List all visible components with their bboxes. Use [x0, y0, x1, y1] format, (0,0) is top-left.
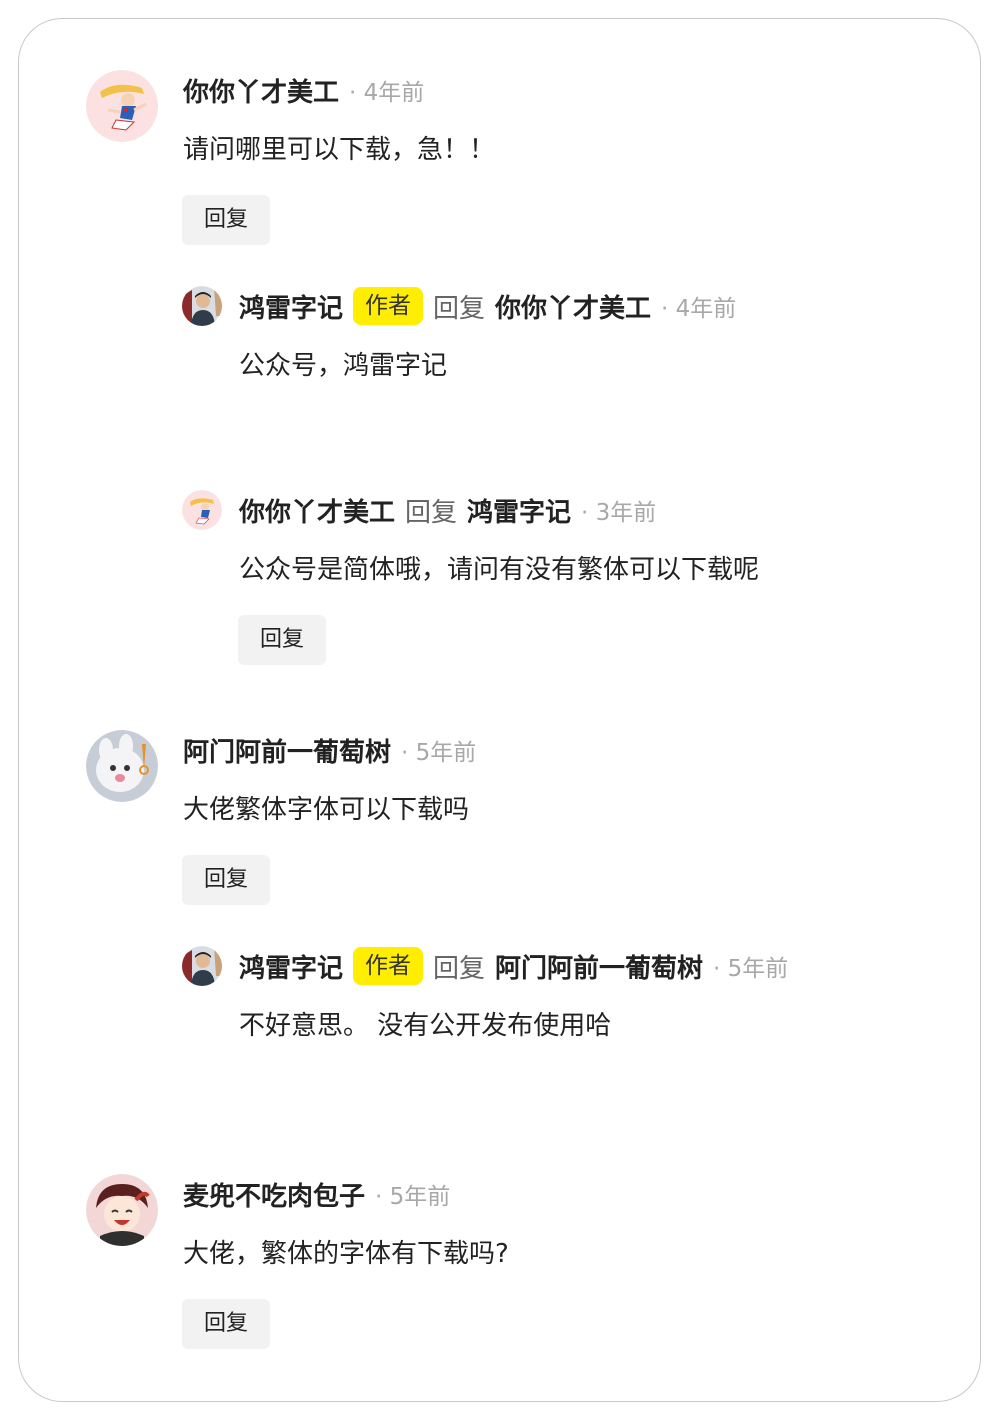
comment-author[interactable]: 你你丫才美工 [183, 72, 339, 109]
avatar-image-man [182, 286, 222, 326]
reply-text: 公众号，鸿雷字记 [239, 351, 448, 381]
reply-button[interactable]: 回复 [182, 1299, 270, 1349]
reply-to-user[interactable]: 鸿雷字记 [467, 492, 571, 529]
reply-label: 回复 [433, 953, 486, 984]
author-badge: 作者 [353, 947, 424, 985]
avatar-image-man [182, 946, 222, 986]
comment-time: · 5年前 [401, 740, 477, 766]
reply-author[interactable]: 鸿雷字记 [239, 948, 343, 985]
avatar-image-anime-girl [182, 490, 222, 530]
comment-header: 你你丫才美工 · 4年前 [183, 70, 424, 110]
comment-text: 大佬繁体字体可以下载吗 [183, 795, 470, 825]
reply-time: · 4年前 [661, 296, 737, 322]
reply-time: · 5年前 [713, 956, 789, 982]
avatar-image-anime-girl [86, 70, 158, 142]
comment-time: · 4年前 [349, 80, 425, 106]
reply-text: 不好意思。 没有公开发布使用哈 [239, 1011, 612, 1041]
reply-text: 公众号是简体哦，请问有没有繁体可以下载呢 [239, 555, 760, 585]
comment-header: 麦兜不吃肉包子 · 5年前 [183, 1174, 450, 1214]
avatar[interactable] [182, 286, 222, 326]
comment-time: · 5年前 [375, 1184, 451, 1210]
reply-header: 你你丫才美工 回复 鸿雷字记 · 3年前 [239, 490, 656, 530]
avatar[interactable] [182, 490, 222, 530]
reply-button[interactable]: 回复 [182, 855, 270, 905]
reply-to-user[interactable]: 你你丫才美工 [495, 288, 651, 325]
reply-to-user[interactable]: 阿门阿前一葡萄树 [495, 948, 703, 985]
comment-author[interactable]: 阿门阿前一葡萄树 [183, 732, 391, 769]
reply-header: 鸿雷字记 作者 回复 你你丫才美工 · 4年前 [239, 286, 736, 326]
reply-author[interactable]: 鸿雷字记 [239, 288, 343, 325]
comment-header: 阿门阿前一葡萄树 · 5年前 [183, 730, 476, 770]
reply-button[interactable]: 回复 [238, 615, 326, 665]
reply-header: 鸿雷字记 作者 回复 阿门阿前一葡萄树 · 5年前 [239, 946, 788, 986]
avatar-image-white-rabbit [86, 730, 158, 802]
comment-text: 请问哪里可以下载，急！！ [183, 135, 496, 165]
avatar[interactable] [86, 70, 158, 142]
comment-author[interactable]: 麦兜不吃肉包子 [183, 1176, 365, 1213]
avatar-image-anime-boy [86, 1174, 158, 1246]
reply-label: 回复 [433, 293, 486, 324]
reply-label: 回复 [405, 497, 458, 528]
comment-text: 大佬，繁体的字体有下载吗? [183, 1239, 509, 1269]
reply-author[interactable]: 你你丫才美工 [239, 492, 395, 529]
comment-card [18, 18, 981, 1402]
avatar[interactable] [86, 1174, 158, 1246]
reply-time: · 3年前 [581, 500, 657, 526]
avatar[interactable] [86, 730, 158, 802]
avatar[interactable] [182, 946, 222, 986]
author-badge: 作者 [353, 287, 424, 325]
reply-button[interactable]: 回复 [182, 195, 270, 245]
